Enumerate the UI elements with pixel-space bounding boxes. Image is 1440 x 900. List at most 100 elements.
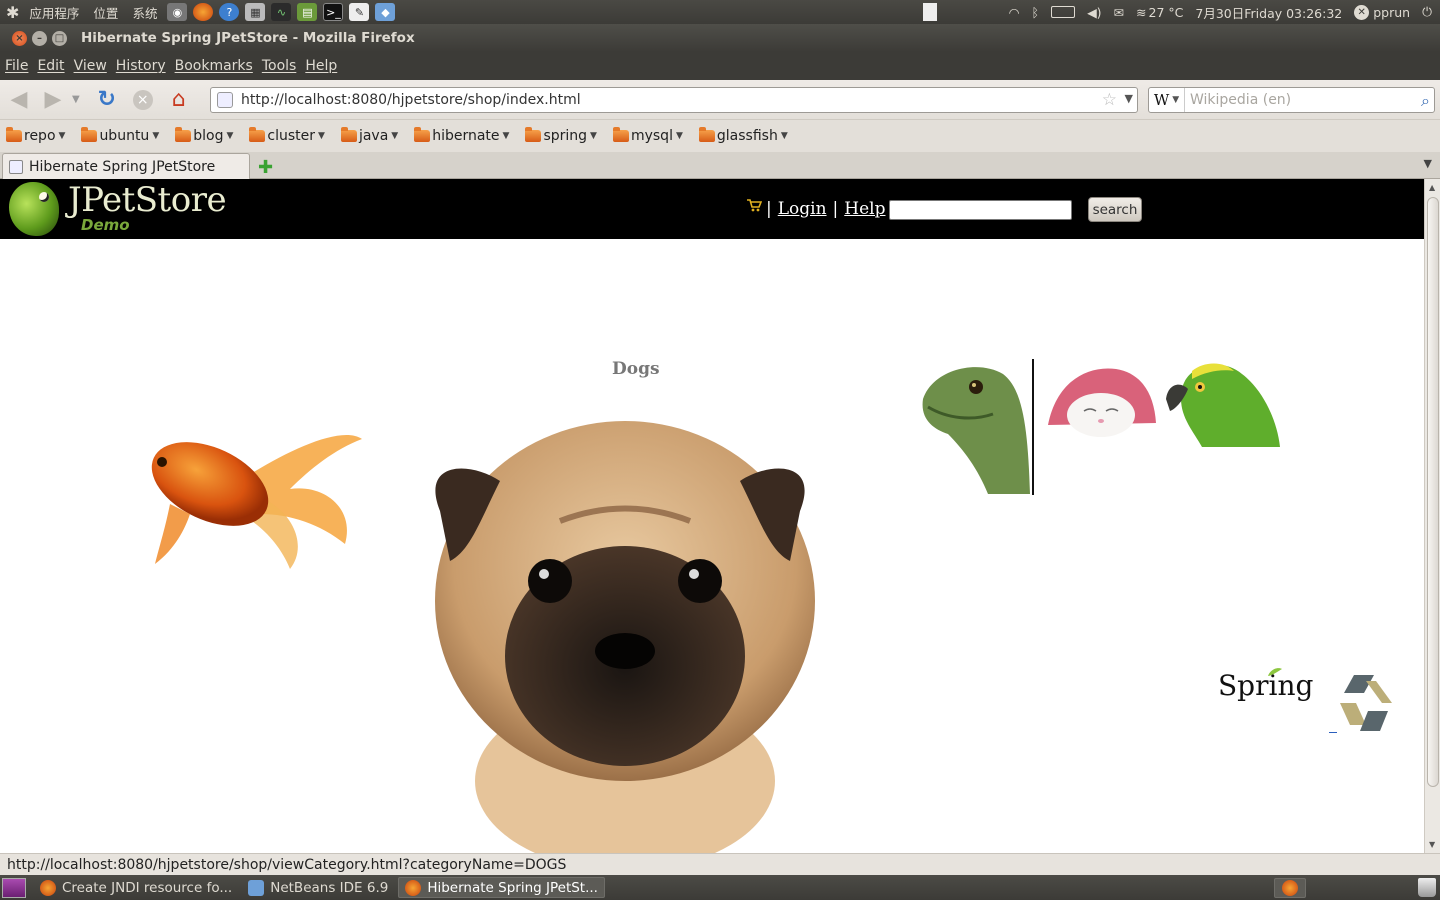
jpetstore-logo-title[interactable]: JPetStore [68,180,227,220]
parrot-logo-icon[interactable] [9,182,59,236]
show-desktop-button[interactable] [2,877,26,898]
url-dropdown-icon[interactable]: ▼ [1125,92,1133,105]
wifi-icon[interactable]: ◠ [1009,5,1020,20]
image-divider [1032,359,1034,495]
search-engine-selector[interactable]: W ▼ [1149,88,1185,112]
new-tab-plus-icon[interactable]: ✚ [258,157,273,178]
volume-icon[interactable]: ◀) [1087,5,1102,20]
tab-hibernate-spring-jpetstore[interactable]: Hibernate Spring JPetStore [2,153,250,179]
battery-icon[interactable] [1051,6,1076,18]
user-status-icon[interactable]: ✕ [1354,4,1370,20]
trash-icon[interactable] [1418,878,1436,897]
web-content: JPetStore Demo | Login | Help search Dog… [0,179,1440,853]
tab-list-dropdown-icon[interactable]: ▼ [1424,157,1432,170]
folder-icon [414,127,431,142]
minimize-window-button[interactable]: – [32,30,47,46]
search-button[interactable]: search [1088,197,1142,222]
window-titlebar[interactable]: × – □ Hibernate Spring JPetStore - Mozil… [0,24,1440,52]
spring-logo[interactable]: Spring [1218,669,1313,702]
bookmark-folder-cluster[interactable]: cluster ▼ [249,127,325,144]
menu-edit[interactable]: Edit [37,58,64,74]
vertical-scrollbar[interactable]: ▲ ▼ [1424,179,1440,853]
taskbar-item-firefox-jndi[interactable]: Create JNDI resource fo... [34,877,238,898]
scroll-down-arrow-icon[interactable]: ▼ [1429,840,1435,849]
bluetooth-icon[interactable]: ᛒ [1032,5,1040,20]
close-window-button[interactable]: × [12,30,27,46]
text-editor-launcher-icon[interactable]: ✎ [349,3,370,21]
power-icon[interactable]: ⏻ [1422,4,1432,20]
hibernate-link-underline [1329,732,1337,733]
panel-menu-system[interactable]: 系统 [128,3,161,22]
forward-arrow-icon[interactable]: ▶ [40,87,66,113]
user-name[interactable]: pprun [1373,5,1410,20]
scrollbar-thumb[interactable] [1427,197,1439,787]
calculator-launcher-icon[interactable]: ▦ [245,3,266,21]
login-link[interactable]: Login [778,199,827,219]
firefox-launcher-icon[interactable] [193,3,214,21]
netbeans-launcher-icon[interactable]: ◆ [375,3,396,21]
search-go-icon[interactable]: ⌕ [1421,91,1430,111]
bookmark-folder-spring[interactable]: spring ▼ [525,127,597,144]
url-bar[interactable]: http://localhost:8080/hjpetstore/shop/in… [210,87,1138,113]
camera-launcher-icon[interactable]: ◉ [167,3,188,21]
stop-icon[interactable]: × [130,87,156,113]
clock[interactable]: 7月30日Friday 03:26:32 [1195,3,1342,22]
back-arrow-icon[interactable]: ◀ [6,87,32,113]
terminal-launcher-icon[interactable]: >_ [323,3,344,21]
panel-menu-applications[interactable]: 应用程序 [25,3,83,22]
menu-view[interactable]: View [74,58,107,74]
site-identity-icon[interactable] [217,92,233,108]
search-bar[interactable]: W ▼ Wikipedia (en) ⌕ [1148,87,1435,113]
taskbar-item-netbeans[interactable]: NetBeans IDE 6.9 [242,877,394,898]
bookmark-folder-hibernate[interactable]: hibernate ▼ [414,127,509,144]
panel-menu-places[interactable]: 位置 [89,3,122,22]
menu-bookmarks[interactable]: Bookmarks [175,58,253,74]
maximize-window-button[interactable]: □ [52,30,67,46]
folder-icon [612,127,629,142]
help-launcher-icon[interactable]: ? [219,3,240,21]
history-dropdown-icon[interactable]: ▼ [72,94,80,105]
bookmark-folder-mysql[interactable]: mysql ▼ [612,127,683,144]
scroll-up-arrow-icon[interactable]: ▲ [1429,183,1435,192]
menu-history[interactable]: History [116,58,166,74]
search-placeholder[interactable]: Wikipedia (en) [1190,92,1291,108]
bookmark-star-icon[interactable]: ☆ [1102,90,1117,110]
help-link[interactable]: Help [844,199,885,219]
books-launcher-icon[interactable]: ▤ [297,3,318,21]
tray-firefox-icon[interactable] [1274,878,1306,898]
bookmark-folder-glassfish[interactable]: glassfish ▼ [698,127,788,144]
menu-tools[interactable]: Tools [262,58,297,74]
home-icon[interactable]: ⌂ [166,87,192,113]
bookmark-folder-repo[interactable]: repo ▼ [6,127,65,144]
ubuntu-top-panel: ✱ 应用程序 位置 系统 ◉ ? ▦ ∿ ▤ >_ ✎ ◆ ◠ ᛒ ◀) ✉ ≋… [0,0,1440,24]
shopping-cart-icon[interactable] [746,198,762,212]
hibernate-logo[interactable] [1336,673,1396,733]
taskbar-item-firefox-jpetstore[interactable]: Hibernate Spring JPetSt... [398,877,605,898]
reptile-category-image[interactable] [918,359,1032,494]
chevron-down-icon: ▼ [675,131,683,141]
ubuntu-logo-icon[interactable]: ✱ [6,3,19,22]
navigation-toolbar: ◀ ▶ ▼ ↻ × ⌂ http://localhost:8080/hjpets… [0,80,1440,120]
mail-icon[interactable]: ✉ [1114,5,1124,20]
folder-icon [698,127,715,142]
bird-category-image[interactable] [1162,359,1282,449]
nav-separator: | [766,199,772,219]
menu-file[interactable]: File [5,58,28,74]
notes-icon[interactable] [922,3,937,21]
chevron-down-icon: ▼ [590,131,597,141]
reload-icon[interactable]: ↻ [94,87,120,113]
dog-category-image[interactable] [410,401,830,853]
bookmark-folder-ubuntu[interactable]: ubuntu ▼ [81,127,159,144]
weather-temperature[interactable]: 27 °C [1149,5,1184,20]
tab-strip: Hibernate Spring JPetStore ✚ ▼ [0,152,1440,179]
folder-icon [6,127,22,142]
chevron-down-icon: ▼ [318,131,325,141]
url-text[interactable]: http://localhost:8080/hjpetstore/shop/in… [241,92,581,108]
keyword-search-input[interactable] [889,200,1072,220]
cat-category-image[interactable] [1046,363,1158,439]
system-monitor-launcher-icon[interactable]: ∿ [271,3,292,21]
bookmark-folder-java[interactable]: java ▼ [340,127,398,144]
fish-category-image[interactable] [140,414,370,574]
bookmark-folder-blog[interactable]: blog ▼ [175,127,233,144]
menu-help[interactable]: Help [305,58,337,74]
